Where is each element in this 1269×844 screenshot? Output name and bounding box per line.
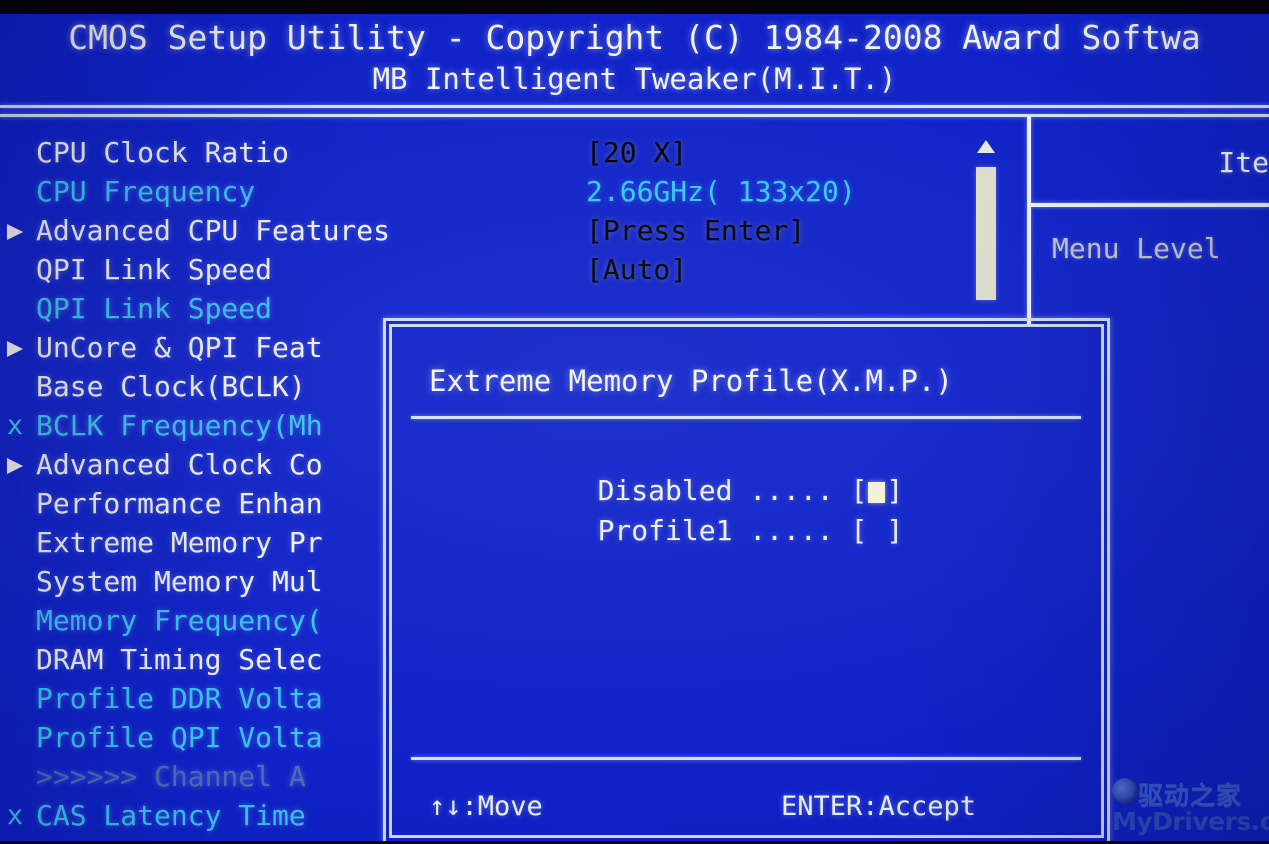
menu-row[interactable]: QPI Link Speed [Auto] xyxy=(0,250,980,289)
menu-row-label: QPI Link Speed xyxy=(36,292,273,325)
menu-row[interactable]: CPU Clock Ratio [20 X] xyxy=(0,133,980,172)
menu-row-label: Profile DDR Volta xyxy=(36,682,323,715)
xmp-dialog: Extreme Memory Profile(X.M.P.) Disabled … xyxy=(383,318,1110,844)
hint-move: ↑↓:Move xyxy=(429,791,543,822)
menu-row-label: Extreme Memory Pr xyxy=(36,526,323,559)
scrollbar-thumb[interactable] xyxy=(976,167,996,300)
menu-row-value[interactable]: [Auto] xyxy=(586,250,687,289)
menu-row-label: >>>>>> Channel A xyxy=(36,760,306,793)
menu-row-label: Performance Enhan xyxy=(36,487,323,520)
screen-top-black-bar xyxy=(0,0,1269,14)
disabled-x-icon: x xyxy=(6,800,24,831)
option-profile1[interactable]: Profile1 ..... [] xyxy=(429,481,904,580)
menu-row-label: CPU Frequency xyxy=(36,175,256,208)
menu-row[interactable]: ▶ Advanced CPU Features [Press Enter] xyxy=(0,211,980,250)
menu-row-label: Advanced CPU Features xyxy=(36,214,391,247)
menu-row-label: DRAM Timing Selec xyxy=(36,643,323,676)
dialog-footer-divider xyxy=(411,757,1081,760)
dialog-title-divider xyxy=(411,416,1081,419)
option-profile1-label: Profile1 xyxy=(597,514,733,547)
menu-row-label: Profile QPI Volta xyxy=(36,721,323,754)
page-title: CMOS Setup Utility - Copyright (C) 1984-… xyxy=(68,18,1201,57)
submenu-arrow-icon: ▶ xyxy=(6,215,24,246)
disabled-x-icon: x xyxy=(6,410,24,441)
menu-row-label: CAS Latency Time xyxy=(36,799,306,832)
menu-row-value[interactable]: 2.66GHz( 133x20) xyxy=(586,172,856,211)
menu-row-label: CPU Clock Ratio xyxy=(36,136,289,169)
menu-row-value[interactable]: [20 X] xyxy=(586,133,687,172)
help-panel-divider xyxy=(1031,203,1269,207)
menu-row-label: System Memory Mul xyxy=(36,565,323,598)
menu-row-label: Base Clock(BCLK) xyxy=(36,370,306,403)
menu-row[interactable]: CPU Frequency 2.66GHz( 133x20) xyxy=(0,172,980,211)
menu-row-label: Memory Frequency( xyxy=(36,604,323,637)
menu-row-label: Advanced Clock Co xyxy=(36,448,323,481)
submenu-arrow-icon: ▶ xyxy=(6,332,24,363)
page-subtitle: MB Intelligent Tweaker(M.I.T.) xyxy=(372,62,897,96)
header-divider-bottom xyxy=(0,114,1269,117)
menu-row-value[interactable]: [Press Enter] xyxy=(586,211,805,250)
option-profile1-radio-empty[interactable] xyxy=(868,522,885,543)
bios-screen: CMOS Setup Utility - Copyright (C) 1984-… xyxy=(0,0,1269,844)
dialog-body: Extreme Memory Profile(X.M.P.) Disabled … xyxy=(401,336,1092,826)
menu-scrollbar[interactable] xyxy=(968,140,1002,315)
dialog-title: Extreme Memory Profile(X.M.P.) xyxy=(429,364,953,398)
watermark: 驱动之家 MyDrivers.com xyxy=(1112,776,1269,838)
menu-row-label: QPI Link Speed xyxy=(36,253,273,286)
option-profile1-dots: ..... xyxy=(732,514,851,547)
mydrivers-swirl-icon xyxy=(1112,778,1138,804)
hint-accept: ENTER:Accept xyxy=(781,791,977,822)
menu-row-label: UnCore & QPI Feat xyxy=(36,331,323,364)
header-divider-top xyxy=(0,105,1269,108)
menu-row-label: BCLK Frequency(Mh xyxy=(36,409,323,442)
dialog-inner-border: Extreme Memory Profile(X.M.P.) Disabled … xyxy=(389,324,1104,838)
submenu-arrow-icon: ▶ xyxy=(6,449,24,480)
help-panel-title: Ite xyxy=(1218,146,1269,179)
triangle-up-icon[interactable] xyxy=(977,140,995,153)
watermark-english: MyDrivers.com xyxy=(1112,807,1269,836)
help-menu-level-label: Menu Level xyxy=(1052,232,1221,265)
